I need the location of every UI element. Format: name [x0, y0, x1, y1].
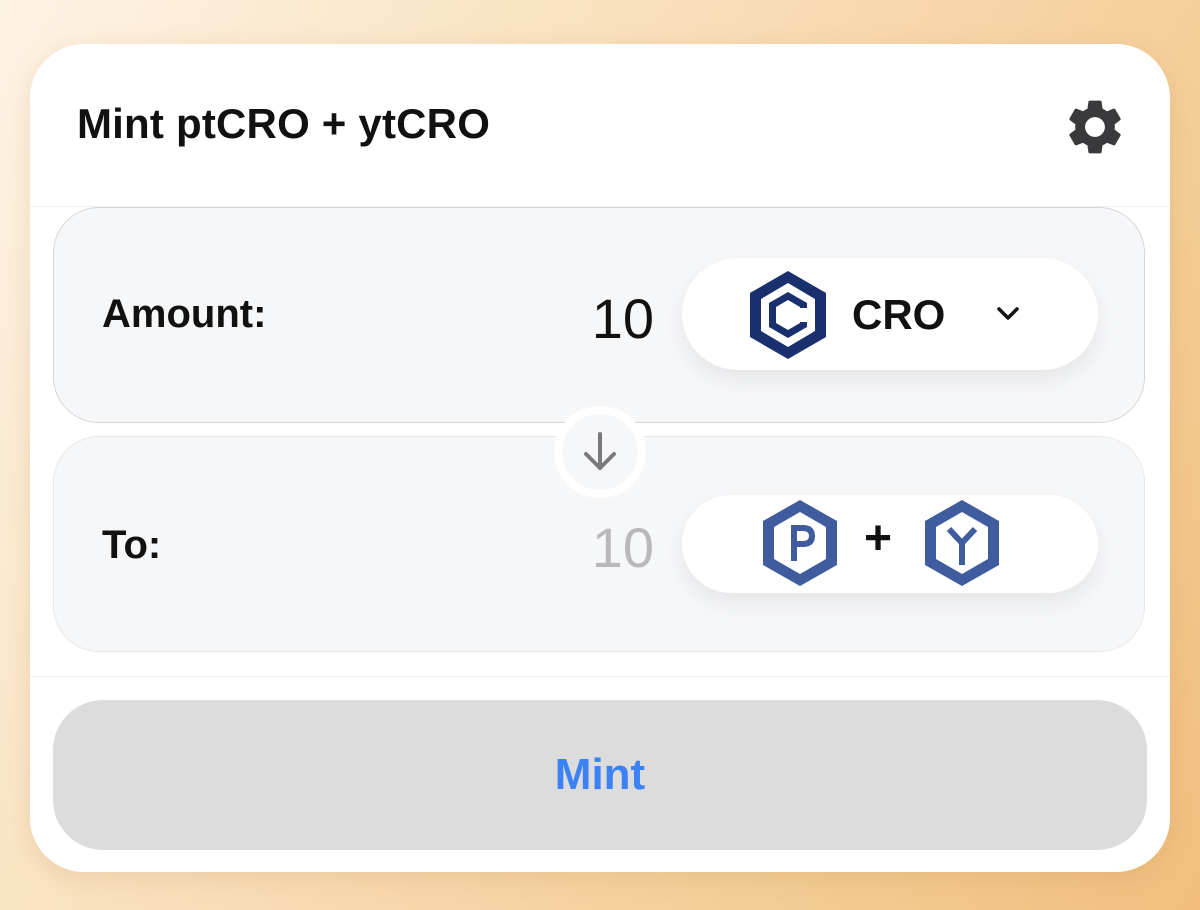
- pt-token-icon: [763, 500, 837, 586]
- card-header: Mint ptCRO + ytCRO: [30, 44, 1170, 207]
- chevron-down-icon: [997, 307, 1019, 320]
- yt-token-icon: [925, 500, 999, 586]
- output-tokens-pill: +: [682, 495, 1098, 593]
- amount-label: Amount:: [102, 292, 267, 336]
- token-symbol: CRO: [852, 291, 946, 338]
- plus-separator: +: [864, 512, 893, 565]
- mint-card: Mint ptCRO + ytCRO Amount: 10 CRO To: 10: [30, 44, 1170, 872]
- cro-token-icon: [750, 271, 826, 359]
- page-title: Mint ptCRO + ytCRO: [77, 100, 491, 147]
- swap-direction-button[interactable]: [554, 406, 646, 498]
- to-label: To:: [102, 523, 162, 567]
- arrow-down-icon: [584, 432, 616, 470]
- amount-panel: Amount: 10 CRO: [53, 207, 1145, 423]
- divider: [30, 676, 1170, 677]
- gear-icon[interactable]: [1062, 94, 1128, 160]
- token-select-button[interactable]: CRO: [682, 258, 1098, 370]
- output-amount: 10: [591, 516, 654, 579]
- amount-input[interactable]: 10: [592, 286, 654, 351]
- mint-button[interactable]: Mint: [53, 700, 1147, 850]
